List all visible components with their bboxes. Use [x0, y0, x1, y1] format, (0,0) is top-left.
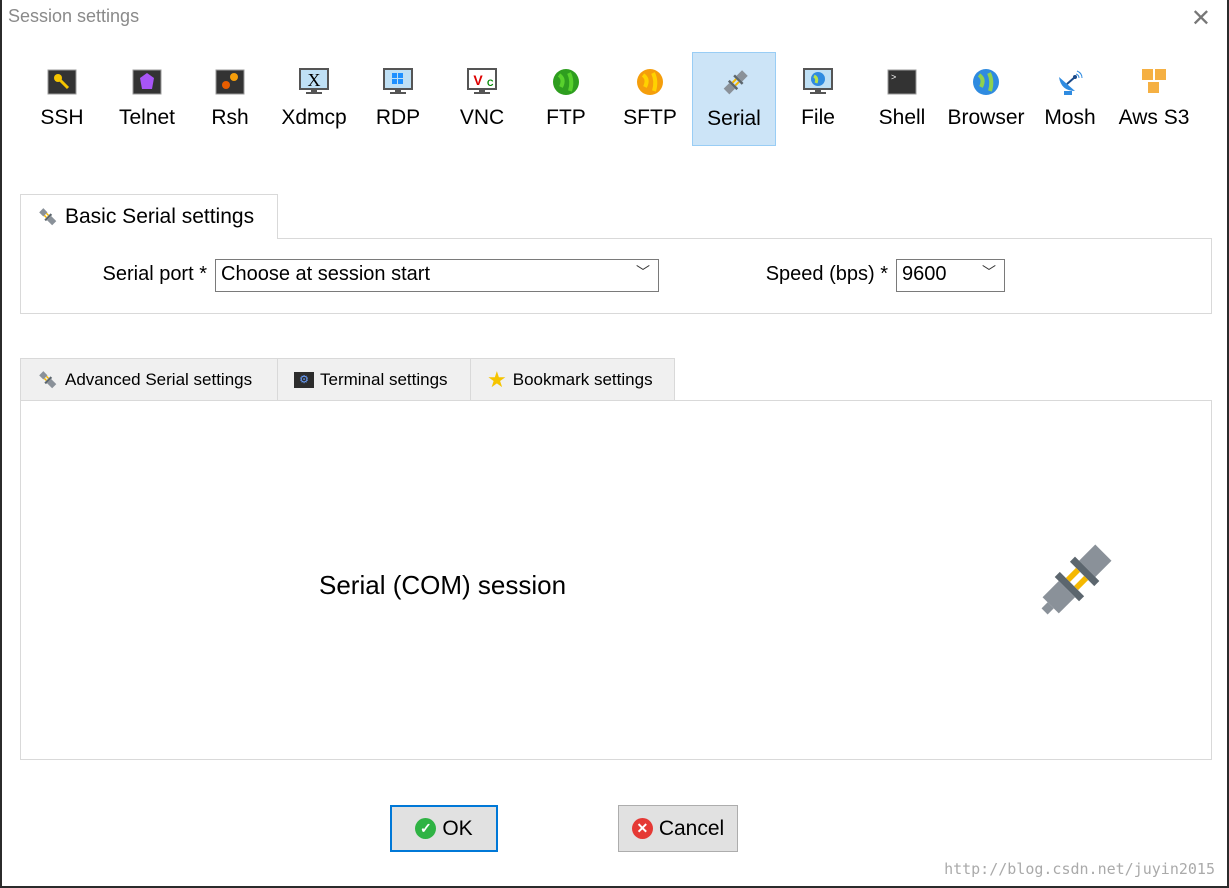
session-type-xdmcp[interactable]: X Xdmcp: [272, 52, 356, 146]
green-globe-icon: [553, 69, 579, 95]
tab-label: Bookmark settings: [512, 369, 653, 389]
tab-bookmark-settings[interactable]: ★ Bookmark settings: [470, 358, 675, 401]
cancel-label: Cancel: [658, 816, 725, 840]
svg-text:X: X: [308, 70, 321, 90]
window-title: Session settings: [8, 6, 140, 26]
session-type-shell[interactable]: > Shell: [860, 52, 944, 146]
session-type-sftp[interactable]: SFTP: [608, 52, 692, 146]
satellite-icon: [1059, 70, 1083, 95]
star-icon: ★: [487, 366, 507, 392]
plug-icon: [1041, 544, 1112, 615]
orange-globe-icon: [637, 69, 663, 95]
tab-label: Basic Serial settings: [65, 205, 255, 228]
svg-text:>: >: [891, 72, 896, 82]
serial-port-select[interactable]: Choose at session start ﹀: [215, 259, 659, 292]
cancel-button[interactable]: ✕ Cancel: [618, 805, 738, 852]
x-monitor-icon: X: [299, 68, 329, 94]
check-icon: ✓: [415, 818, 437, 839]
chevron-down-icon: ﹀: [636, 264, 650, 280]
watermark: http://blog.csdn.net/juyin2015: [944, 860, 1215, 878]
session-type-rsh[interactable]: Rsh: [188, 52, 272, 146]
session-type-ftp[interactable]: FTP: [524, 52, 608, 146]
cancel-x-icon: ✕: [631, 818, 653, 839]
tab-terminal-settings[interactable]: ⚙ Terminal settings: [277, 358, 471, 401]
serial-port-label: Serial port *: [102, 263, 208, 285]
ok-button[interactable]: ✓ OK: [390, 805, 498, 852]
session-type-label: Aws S3: [1118, 106, 1190, 129]
session-type-rdp[interactable]: RDP: [356, 52, 440, 146]
session-type-ssh[interactable]: SSH: [20, 52, 104, 146]
speed-label: Speed (bps) *: [765, 263, 888, 285]
terminal-gears-icon: ⚙: [294, 371, 314, 388]
panel-title: Serial (COM) session: [319, 570, 567, 600]
close-icon[interactable]: ✕: [1191, 4, 1211, 33]
session-type-aws-s3[interactable]: Aws S3: [1112, 52, 1196, 146]
chevron-down-icon: ﹀: [982, 264, 996, 280]
tab-advanced-serial-settings[interactable]: Advanced Serial settings: [20, 358, 278, 401]
plug-icon: [39, 370, 57, 388]
session-type-serial[interactable]: Serial: [692, 52, 776, 146]
svg-text:C: C: [487, 78, 494, 88]
session-type-file[interactable]: File: [776, 52, 860, 146]
terminal-icon: >: [887, 69, 917, 95]
session-type-vnc[interactable]: V C VNC: [440, 52, 524, 146]
ok-label: OK: [442, 816, 473, 840]
gem-icon: [132, 69, 162, 95]
speed-select[interactable]: 9600 ﹀: [896, 259, 1005, 292]
vnc-monitor-icon: VC: [467, 68, 497, 94]
tab-label: Advanced Serial settings: [65, 369, 253, 389]
gears-icon: [215, 69, 245, 95]
key-icon: [47, 69, 77, 95]
cubes-icon: [1142, 69, 1166, 93]
tab-basic-serial-settings[interactable]: Basic Serial settings: [20, 194, 278, 239]
globe-icon: [973, 69, 999, 95]
session-type-browser[interactable]: Browser: [944, 52, 1028, 146]
serial-port-value: Choose at session start: [221, 263, 430, 285]
svg-text:V: V: [473, 72, 483, 88]
session-type-mosh[interactable]: Mosh: [1028, 52, 1112, 146]
session-type-telnet[interactable]: Telnet: [105, 52, 189, 146]
tab-label: Terminal settings: [320, 369, 448, 389]
globe-monitor-icon: [803, 68, 833, 94]
plug-icon: [39, 208, 57, 226]
speed-value: 9600: [902, 263, 947, 285]
windows-monitor-icon: [383, 68, 413, 94]
plug-icon: [723, 70, 748, 95]
